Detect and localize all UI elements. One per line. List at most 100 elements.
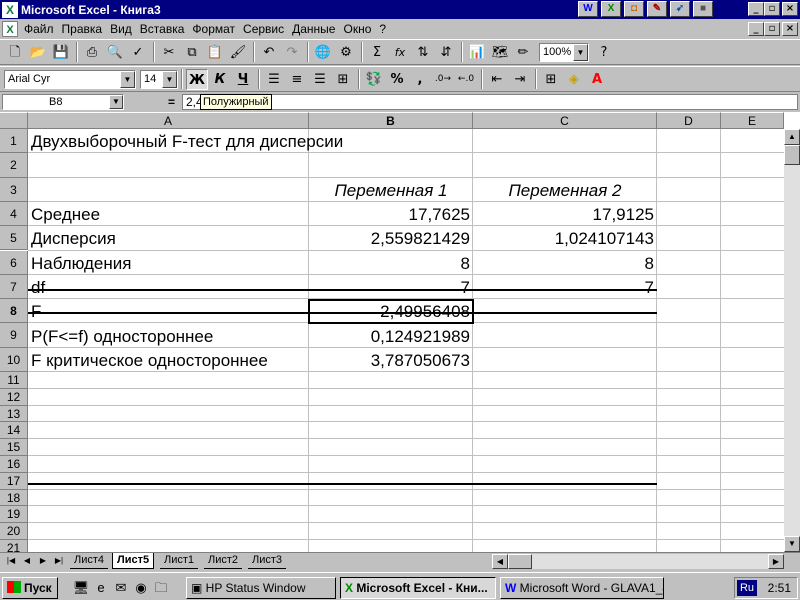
currency-icon[interactable]: 💱 — [363, 69, 385, 90]
outlook-shortcut-icon[interactable]: ➶ — [670, 1, 690, 17]
restore-button[interactable]: ▫ — [764, 2, 780, 16]
worksheet-grid[interactable]: A B C D E 1 2 3 4 5 6 7 8 9 10 11 12 13 14 15 16 17 18 19 2… — [0, 112, 800, 552]
excel-app-icon[interactable]: X — [2, 1, 18, 18]
quick-launch-ie-icon[interactable]: e — [92, 579, 110, 597]
chevron-down-icon[interactable]: ▼ — [573, 43, 588, 61]
row-header-16[interactable]: 16 — [0, 456, 28, 473]
spelling-icon[interactable]: ✓ — [127, 42, 149, 63]
scroll-right-icon[interactable]: ▶ — [768, 554, 784, 569]
open-icon[interactable]: 📂 — [27, 42, 49, 63]
row-header-1[interactable]: 1 — [0, 129, 28, 154]
menu-tools[interactable]: Сервис — [239, 22, 288, 36]
row-header-2[interactable]: 2 — [0, 153, 28, 178]
doc-minimize-button[interactable]: _ — [748, 22, 764, 36]
cell-a9[interactable]: P(F<=f) одностороннее — [28, 323, 309, 347]
cell-c6[interactable]: 8 — [473, 251, 657, 275]
autosum-button[interactable]: Σ — [366, 42, 388, 63]
column-header-a[interactable]: A — [28, 112, 309, 129]
cut-icon[interactable]: ✂ — [158, 42, 180, 63]
menu-view[interactable]: Вид — [106, 22, 136, 36]
menu-window[interactable]: Окно — [339, 22, 375, 36]
align-center-icon[interactable]: ≡ — [286, 69, 308, 90]
row-header-12[interactable]: 12 — [0, 388, 28, 406]
row-header-21[interactable]: 21 — [0, 540, 28, 552]
decrease-indent-icon[interactable]: ⇤ — [486, 69, 508, 90]
quick-launch-desktop-icon[interactable]: 🖥 — [72, 579, 90, 597]
close-button[interactable]: × — [782, 2, 798, 16]
cell-c5[interactable]: 1,024107143 — [473, 226, 657, 250]
cell-c3[interactable]: Переменная 2 — [473, 178, 657, 202]
row-header-11[interactable]: 11 — [0, 372, 28, 389]
cell-c7[interactable]: 7 — [473, 275, 657, 299]
fill-color-icon[interactable]: ◈ — [563, 69, 585, 90]
cell-b10[interactable]: 3,787050673 — [309, 348, 473, 372]
row-header-14[interactable]: 14 — [0, 422, 28, 440]
select-all-corner[interactable] — [0, 112, 28, 129]
excel-shortcut-icon[interactable]: X — [601, 1, 621, 17]
function-button[interactable]: fx — [389, 42, 411, 63]
column-header-c[interactable]: C — [473, 112, 657, 129]
menu-help[interactable]: ? — [375, 22, 390, 36]
row-header-13[interactable]: 13 — [0, 405, 28, 423]
save-icon[interactable]: 💾 — [50, 42, 72, 63]
print-preview-icon[interactable]: 🔍 — [104, 42, 126, 63]
cell-a7[interactable]: df — [28, 275, 309, 299]
workbook-icon[interactable]: X — [2, 21, 18, 37]
doc-close-button[interactable]: × — [782, 22, 798, 36]
menu-edit[interactable]: Правка — [58, 22, 107, 36]
column-header-b[interactable]: B — [309, 112, 473, 129]
last-sheet-icon[interactable]: ▶| — [52, 554, 66, 568]
task-excel[interactable]: X Microsoft Excel - Кни... — [340, 577, 496, 599]
chart-wizard-icon[interactable]: 📊 — [466, 42, 488, 63]
paste-icon[interactable]: 📋 — [204, 42, 226, 63]
row-header-19[interactable]: 19 — [0, 506, 28, 524]
sort-ascending-icon[interactable]: ⇅ — [412, 42, 434, 63]
menu-insert[interactable]: Вставка — [136, 22, 189, 36]
doc-restore-button[interactable]: ▫ — [764, 22, 780, 36]
name-box[interactable]: B8 ▼ — [2, 94, 124, 110]
column-header-e[interactable]: E — [721, 112, 784, 129]
hscroll-thumb[interactable] — [508, 554, 532, 569]
web-toolbar-icon[interactable]: ⚙ — [335, 42, 357, 63]
cell-a8[interactable]: F — [28, 299, 309, 323]
cell-b5[interactable]: 2,559821429 — [309, 226, 473, 250]
increase-indent-icon[interactable]: ⇥ — [509, 69, 531, 90]
scroll-down-icon[interactable]: ▼ — [784, 536, 800, 552]
borders-icon[interactable]: ⊞ — [540, 69, 562, 90]
access-shortcut-icon[interactable]: ✎ — [647, 1, 667, 17]
copy-icon[interactable]: ⧉ — [181, 42, 203, 63]
italic-button[interactable]: К — [209, 69, 231, 90]
task-word[interactable]: W Microsoft Word - GLAVA1_4 — [500, 577, 664, 599]
sort-descending-icon[interactable]: ⇵ — [435, 42, 457, 63]
font-color-icon[interactable]: A — [586, 69, 608, 90]
percent-button[interactable]: % — [386, 69, 408, 90]
language-indicator[interactable]: Ru — [737, 580, 757, 596]
menu-data[interactable]: Данные — [288, 22, 339, 36]
sheet-tab-list3[interactable]: Лист3 — [248, 553, 287, 569]
scroll-thumb[interactable] — [784, 145, 800, 165]
row-header-3[interactable]: 3 — [0, 177, 28, 202]
cell-a5[interactable]: Дисперсия — [28, 226, 309, 250]
font-name-select[interactable]: Arial Cyr ▼ — [4, 69, 136, 89]
increase-decimal-icon[interactable]: .0→ — [432, 69, 454, 90]
column-header-d[interactable]: D — [657, 112, 721, 129]
vertical-scrollbar[interactable]: ▲ ▼ — [784, 129, 800, 552]
prev-sheet-icon[interactable]: ◀ — [20, 554, 34, 568]
chevron-down-icon[interactable]: ▼ — [162, 70, 177, 88]
font-size-select[interactable]: 14 ▼ — [140, 69, 178, 89]
cell-a10[interactable]: F критическое одностороннее — [28, 348, 309, 372]
chevron-down-icon[interactable]: ▼ — [120, 70, 135, 88]
cell-c4[interactable]: 17,9125 — [473, 202, 657, 226]
cell-b3[interactable]: Переменная 1 — [309, 178, 473, 202]
start-button[interactable]: Пуск — [2, 577, 58, 599]
redo-icon[interactable]: ↷ — [281, 42, 303, 63]
word-shortcut-icon[interactable]: W — [578, 1, 598, 17]
quick-launch-channels-icon[interactable]: ◉ — [132, 579, 150, 597]
row-header-6[interactable]: 6 — [0, 250, 28, 275]
task-hp-status-window[interactable]: ▣ HP Status Window — [186, 577, 336, 599]
cell-b7[interactable]: 7 — [309, 275, 473, 299]
quick-launch-folder-icon[interactable]: 🗀 — [152, 579, 170, 597]
cell-b6[interactable]: 8 — [309, 251, 473, 275]
cell-a4[interactable]: Среднее — [28, 202, 309, 226]
scroll-up-icon[interactable]: ▲ — [784, 129, 800, 145]
